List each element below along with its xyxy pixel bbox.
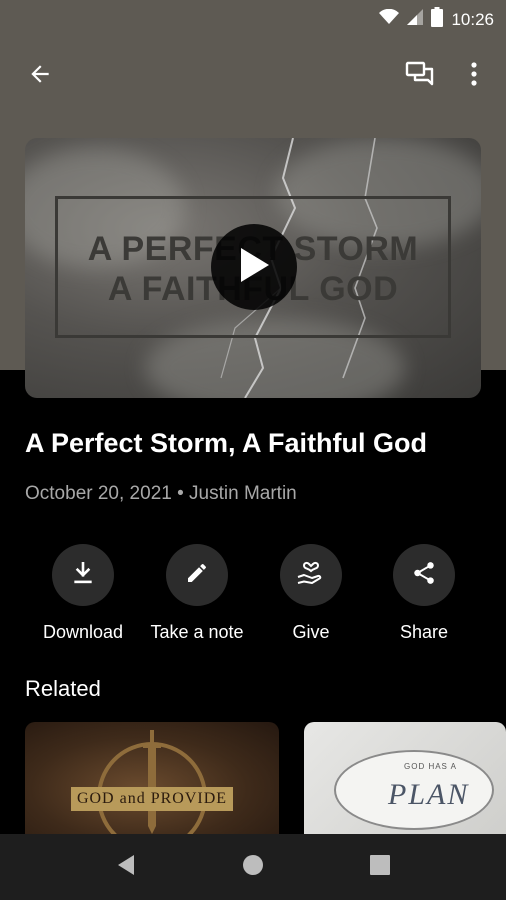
- back-arrow-icon: [27, 61, 53, 92]
- share-button[interactable]: Share: [364, 544, 484, 643]
- download-label: Download: [42, 622, 124, 642]
- sermon-meta: October 20, 2021 • Justin Martin: [25, 483, 297, 504]
- take-note-circle: [166, 544, 228, 606]
- give-heart-icon: [296, 559, 326, 592]
- give-button[interactable]: Give: [251, 544, 371, 643]
- video-thumbnail[interactable]: A PERFECT STORM A FAITHFUL GOD: [25, 138, 481, 398]
- pencil-icon: [185, 561, 209, 590]
- nav-recents-button[interactable]: [365, 852, 395, 882]
- status-right: 10:26: [379, 7, 494, 32]
- take-note-label: Take a note: [150, 622, 244, 642]
- download-icon: [70, 560, 96, 591]
- sermon-title: A Perfect Storm, A Faithful God: [25, 428, 428, 458]
- nav-home-icon: [242, 854, 264, 881]
- more-options-button[interactable]: [454, 56, 494, 96]
- status-bar: 10:26: [0, 0, 506, 36]
- share-label: Share: [399, 622, 449, 642]
- download-circle: [52, 544, 114, 606]
- chat-button[interactable]: [400, 56, 440, 96]
- related-card[interactable]: GOD HAS A PLAN: [304, 722, 506, 834]
- play-icon: [237, 246, 271, 289]
- card-artwork-small-text: GOD HAS A: [404, 762, 458, 771]
- card-artwork-text: PLAN: [388, 778, 470, 811]
- related-heading: Related: [25, 676, 101, 701]
- system-nav-bar: [0, 834, 506, 900]
- share-circle: [393, 544, 455, 606]
- nav-home-button[interactable]: [238, 852, 268, 882]
- take-note-button[interactable]: Take a note: [137, 544, 257, 643]
- nav-back-icon: [116, 854, 136, 881]
- share-icon: [411, 560, 437, 591]
- give-circle: [280, 544, 342, 606]
- app-bar: [0, 48, 506, 100]
- nav-back-button[interactable]: [111, 852, 141, 882]
- nav-recents-icon: [370, 854, 390, 880]
- more-vert-icon: [471, 61, 477, 91]
- chat-icon: [405, 60, 435, 93]
- download-button[interactable]: Download: [23, 544, 143, 643]
- battery-icon: [431, 7, 444, 32]
- wifi-icon: [379, 8, 400, 30]
- status-time: 10:26: [451, 9, 494, 29]
- give-label: Give: [292, 622, 330, 642]
- sword-graphic: [143, 730, 161, 834]
- action-row: Download Take a note Give Share: [0, 544, 506, 654]
- play-button[interactable]: [211, 224, 297, 310]
- related-card[interactable]: GOD and PROVIDE: [25, 722, 279, 834]
- card-artwork-text: GOD and PROVIDE: [71, 787, 233, 811]
- cell-signal-icon: [407, 9, 424, 30]
- back-button[interactable]: [20, 56, 60, 96]
